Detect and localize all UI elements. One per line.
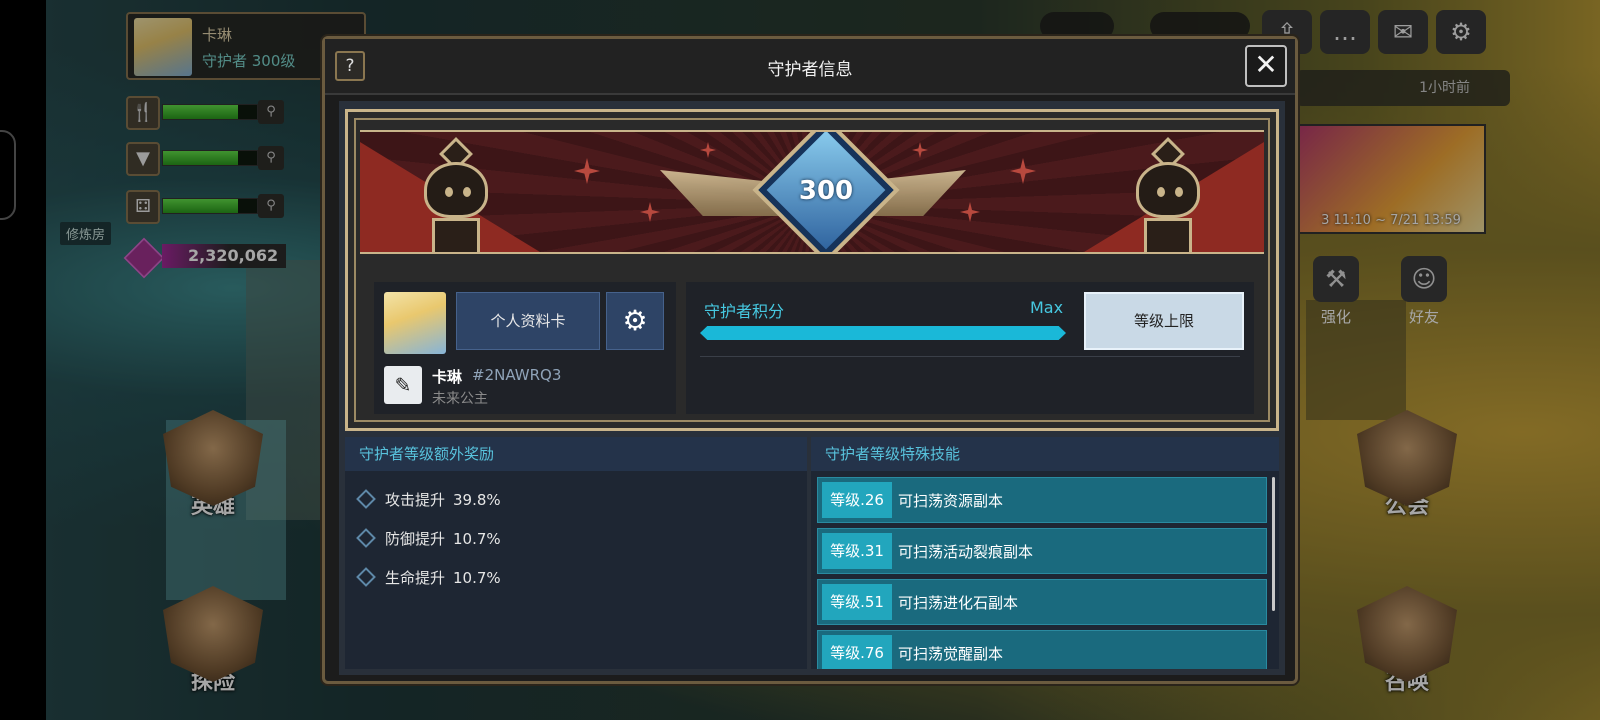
modal-title: 守护者信息	[767, 60, 853, 80]
star-icon	[1010, 158, 1036, 184]
level-cap-button[interactable]: 等级上限	[1084, 292, 1244, 350]
skill-level: 等级.26	[822, 482, 892, 518]
screen-edge	[0, 0, 46, 720]
skill-text: 可扫荡进化石副本	[898, 594, 1019, 612]
guardian-mascot-icon	[414, 137, 498, 252]
skill-text: 可扫荡资源副本	[898, 492, 1004, 510]
special-skills-panel[interactable]: 守护者等级特殊技能 等级.26 可扫荡资源副本 等级.31 可扫荡活动裂痕副本 …	[811, 437, 1279, 669]
star-icon	[912, 142, 928, 158]
diamond-icon	[356, 528, 376, 548]
skill-row: 等级.26 可扫荡资源副本	[817, 477, 1267, 523]
guardian-info-modal: ? 守护者信息 ✕ 300 个人资料卡 ⚙ ✎ 卡琳 #2NAWRQ3 未来公主…	[322, 36, 1298, 684]
bonus-label: 生命提升	[385, 569, 446, 587]
star-icon	[574, 158, 600, 184]
points-progress-bar	[700, 326, 1066, 340]
modal-header: ? 守护者信息 ✕	[325, 39, 1295, 95]
skill-row: 等级.76 可扫荡觉醒副本	[817, 630, 1267, 669]
bonus-value: 39.8%	[453, 491, 501, 509]
profile-id: #2NAWRQ3	[472, 366, 562, 384]
skill-level: 等级.51	[822, 584, 892, 620]
guardian-frame: 300 个人资料卡 ⚙ ✎ 卡琳 #2NAWRQ3 未来公主 守护者积分 Max…	[345, 109, 1279, 431]
bonus-item: 防御提升 10.7%	[356, 528, 501, 552]
star-icon	[960, 202, 980, 222]
skill-text: 可扫荡活动裂痕副本	[898, 543, 1034, 561]
star-icon	[700, 142, 716, 158]
profile-title: 未来公主	[432, 391, 488, 407]
profile-card-button[interactable]: 个人资料卡	[456, 292, 600, 350]
skill-level: 等级.76	[822, 635, 892, 669]
edit-icon[interactable]: ✎	[384, 366, 422, 404]
camera-notch	[0, 130, 16, 220]
bonus-item: 生命提升 10.7%	[356, 567, 501, 591]
profile-section: 个人资料卡 ⚙ ✎ 卡琳 #2NAWRQ3 未来公主	[374, 282, 676, 414]
guardian-mascot-icon	[1126, 137, 1210, 252]
bonus-header: 守护者等级额外奖励	[345, 437, 807, 471]
points-label: 守护者积分	[704, 302, 785, 321]
bonus-item: 攻击提升 39.8%	[356, 489, 501, 513]
avatar[interactable]	[384, 292, 446, 354]
diamond-icon	[356, 489, 376, 509]
gear-icon[interactable]: ⚙	[606, 292, 664, 350]
close-button[interactable]: ✕	[1245, 45, 1287, 87]
profile-name: 卡琳	[432, 368, 463, 386]
level-banner: 300	[360, 130, 1264, 254]
star-icon	[640, 202, 660, 222]
guardian-points-section: 守护者积分 Max 等级上限	[686, 282, 1254, 414]
diamond-icon	[356, 567, 376, 587]
skill-level: 等级.31	[822, 533, 892, 569]
skill-row: 等级.31 可扫荡活动裂痕副本	[817, 528, 1267, 574]
skill-row: 等级.51 可扫荡进化石副本	[817, 579, 1267, 625]
bonus-label: 攻击提升	[385, 491, 446, 509]
skill-text: 可扫荡觉醒副本	[898, 645, 1004, 663]
level-bonus-panel: 守护者等级额外奖励 攻击提升 39.8% 防御提升 10.7% 生命提升 10.7%	[345, 437, 807, 669]
skills-header: 守护者等级特殊技能	[811, 437, 1279, 471]
divider	[700, 356, 1240, 357]
bonus-value: 10.7%	[453, 530, 501, 548]
bonus-label: 防御提升	[385, 530, 446, 548]
guardian-level: 300	[798, 176, 854, 206]
modal-body: 300 个人资料卡 ⚙ ✎ 卡琳 #2NAWRQ3 未来公主 守护者积分 Max…	[339, 101, 1285, 675]
bonus-value: 10.7%	[453, 569, 501, 587]
skills-scrollbar[interactable]	[1272, 477, 1275, 611]
points-max-label: Max	[1030, 298, 1064, 317]
